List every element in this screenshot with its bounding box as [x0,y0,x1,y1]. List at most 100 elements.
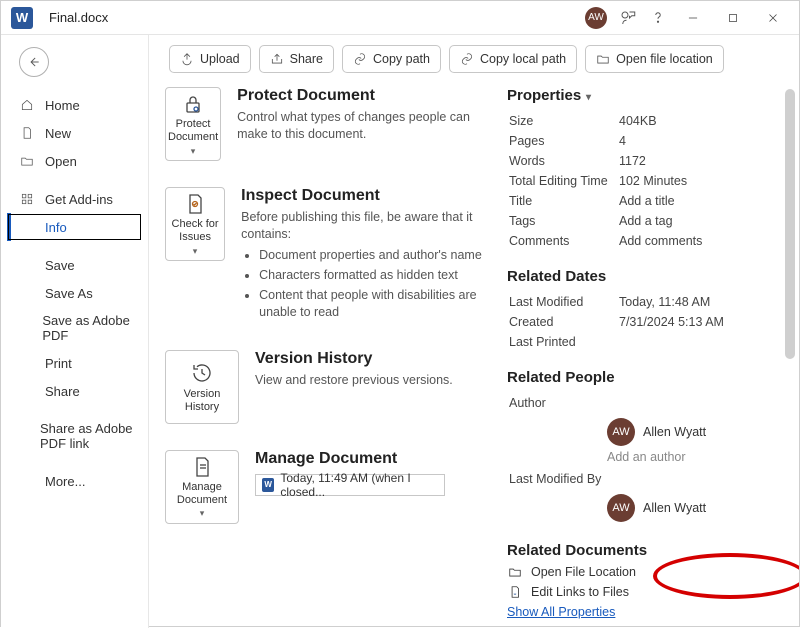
open-file-location-label: Open file location [616,52,713,66]
inspect-item-1: Document properties and author's name [259,247,495,263]
prop-size-value: 404KB [619,112,781,130]
prop-comments-key: Comments [509,232,617,250]
prop-words-key: Words [509,152,617,170]
author-entry[interactable]: AW Allen Wyatt [607,418,783,446]
nav-new-label: New [45,126,71,141]
related-documents-header: Related Documents [507,542,783,559]
prop-tet-value: 102 Minutes [619,172,781,190]
nav-share[interactable]: Share [1,377,148,405]
word-app-icon: W [11,7,33,29]
share-button[interactable]: Share [259,45,334,73]
protect-document-title: Protect Document [237,87,495,105]
date-created-key: Created [509,313,617,331]
check-for-issues-button[interactable]: Check for Issues ▾ [165,187,225,261]
close-button[interactable] [753,1,793,35]
help-icon[interactable] [645,9,671,27]
vertical-scrollbar[interactable] [783,79,797,622]
minimize-button[interactable] [673,1,713,35]
open-file-location-button[interactable]: Open file location [585,45,724,73]
back-button[interactable] [19,47,49,77]
add-author-link[interactable]: Add an author [607,450,783,464]
nav-share-adobe[interactable]: Share as Adobe PDF link [1,415,148,457]
protect-document-button[interactable]: Protect Document ▾ [165,87,221,161]
nav-share-label: Share [45,384,80,399]
related-people-header: Related People [507,369,783,386]
properties-table: Size404KB Pages4 Words1172 Total Editing… [507,110,783,252]
titlebar: W Final.docx AW [1,1,799,35]
manage-document-title: Manage Document [255,450,445,468]
manage-document-button[interactable]: Manage Document ▾ [165,450,239,524]
lastmodby-name: Allen Wyatt [643,501,706,515]
inspect-document-lead: Before publishing this file, be aware th… [241,209,495,243]
prop-title-value[interactable]: Add a title [619,192,781,210]
version-history-btn-label: Version History [168,388,236,413]
document-filename: Final.docx [49,10,108,25]
info-toolbar: Upload Share Copy path Copy local path O… [169,45,783,73]
autosave-version-entry[interactable]: W Today, 11:49 AM (when I closed... [255,474,445,496]
nav-more-label: More... [45,474,85,489]
nav-print-label: Print [45,356,72,371]
nav-save-adobe[interactable]: Save as Adobe PDF [1,307,148,349]
inspect-item-3: Content that people with disabilities ar… [259,287,495,320]
nav-share-adobe-label: Share as Adobe PDF link [40,421,140,451]
version-history-button[interactable]: Version History [165,350,239,424]
chevron-down-icon: ▾ [193,246,198,256]
nav-save-adobe-label: Save as Adobe PDF [42,313,140,343]
nav-save[interactable]: Save [1,251,148,279]
chevron-down-icon: ▾ [200,508,205,518]
open-file-location-link-label: Open File Location [531,565,636,579]
related-dates-header: Related Dates [507,268,783,285]
version-history-desc: View and restore previous versions. [255,372,453,389]
inspect-icon [183,192,207,216]
nav-more[interactable]: More... [1,467,148,495]
prop-comments-value[interactable]: Add comments [619,232,781,250]
open-folder-icon [19,154,35,168]
prop-tet-key: Total Editing Time [509,172,617,190]
prop-tags-value[interactable]: Add a tag [619,212,781,230]
nav-saveas[interactable]: Save As [1,279,148,307]
check-for-issues-btn-label: Check for Issues [168,218,222,243]
properties-header[interactable]: Properties ▾ [507,87,783,104]
feedback-icon[interactable] [615,9,641,27]
add-author-label: Add an author [607,450,686,464]
manage-doc-icon [190,455,214,479]
nav-home[interactable]: Home [1,91,148,119]
nav-info-label: Info [45,220,67,235]
nav-new[interactable]: New [1,119,148,147]
chevron-down-icon: ▾ [191,146,196,156]
lock-icon [181,92,205,116]
copy-local-path-label: Copy local path [480,52,566,66]
copy-local-path-button[interactable]: Copy local path [449,45,577,73]
home-icon [19,98,35,112]
open-file-location-link[interactable]: Open File Location [507,565,783,579]
history-icon [190,360,214,386]
date-created-value: 7/31/2024 5:13 AM [619,313,781,331]
nav-open[interactable]: Open [1,147,148,175]
edit-links-to-files-link[interactable]: Edit Links to Files [507,585,783,599]
word-doc-icon: W [262,478,274,492]
copy-path-button[interactable]: Copy path [342,45,441,73]
nav-saveas-label: Save As [45,286,93,301]
inspect-document-title: Inspect Document [241,187,495,205]
lastmodby-avatar: AW [607,494,635,522]
nav-print[interactable]: Print [1,349,148,377]
nav-addins[interactable]: Get Add-ins [1,185,148,213]
show-all-properties-link[interactable]: Show All Properties [507,605,783,619]
maximize-button[interactable] [713,1,753,35]
related-dates-table: Last ModifiedToday, 11:48 AM Created7/31… [507,291,783,353]
prop-size-key: Size [509,112,617,130]
prop-pages-value: 4 [619,132,781,150]
autosave-version-label: Today, 11:49 AM (when I closed... [280,471,438,499]
share-label: Share [290,52,323,66]
prop-tags-key: Tags [509,212,617,230]
user-avatar[interactable]: AW [585,7,607,29]
edit-links-to-files-label: Edit Links to Files [531,585,629,599]
nav-info[interactable]: Info [7,213,142,241]
upload-button[interactable]: Upload [169,45,251,73]
date-printed-key: Last Printed [509,333,617,351]
upload-label: Upload [200,52,240,66]
info-page: Upload Share Copy path Copy local path O… [149,35,799,628]
lastmodby-entry[interactable]: AW Allen Wyatt [607,494,783,522]
nav-save-label: Save [45,258,75,273]
nav-addins-label: Get Add-ins [45,192,113,207]
